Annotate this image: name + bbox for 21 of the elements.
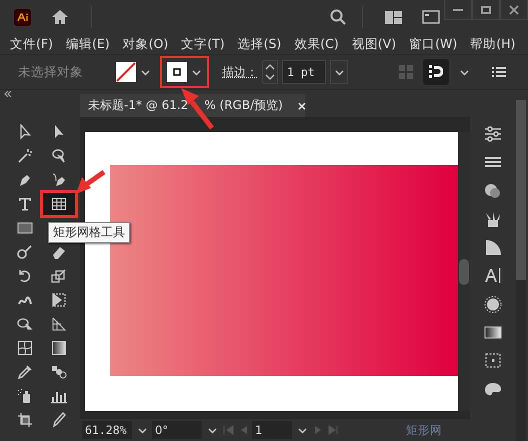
menu-item[interactable]: 帮助(H) xyxy=(470,36,516,52)
menu-item[interactable]: 文件(F) xyxy=(10,36,53,52)
menu-item[interactable]: 视图(V) xyxy=(352,36,396,52)
menu-item[interactable]: 窗口(W) xyxy=(409,36,458,52)
document-tab[interactable]: 未标题-1* @ 61.2 % (RGB/预览) × xyxy=(80,94,305,117)
menu-item[interactable]: 对象(O) xyxy=(122,36,168,52)
stroke-label: 描边： xyxy=(222,64,258,80)
rotation-field[interactable]: 0° xyxy=(152,421,202,439)
status-text: 矩形网 xyxy=(406,422,442,438)
selection-status: 未选择对象 xyxy=(18,64,84,80)
tab-close-button[interactable]: × xyxy=(296,98,307,112)
document-title: 未标题-1* @ 61.2 xyxy=(88,97,188,114)
document-title: % (RGB/预览) xyxy=(204,97,283,114)
menu-item[interactable]: 编辑(E) xyxy=(66,36,110,52)
menu-item[interactable]: 效果(C) xyxy=(294,36,339,52)
menu-item[interactable]: 选择(S) xyxy=(238,36,282,52)
zoom-field[interactable]: 61.28% xyxy=(82,421,132,439)
artboard-field[interactable]: 1 xyxy=(252,421,292,439)
stroke-weight-field[interactable]: 1 pt xyxy=(282,60,326,84)
tooltip: 矩形网格工具 xyxy=(48,222,130,243)
menu-item[interactable]: 文字(T) xyxy=(181,36,225,52)
